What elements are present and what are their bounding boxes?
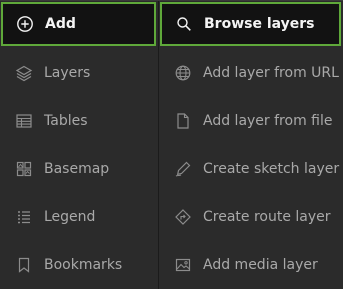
add-layer-from-url-label: Add layer from URL (203, 65, 339, 81)
create-sketch-layer-label: Create sketch layer (203, 161, 340, 177)
layers-label: Layers (44, 65, 91, 81)
add-layer-from-file-button[interactable]: Add layer from file (159, 97, 343, 145)
basemap-button[interactable]: Basemap (0, 145, 158, 193)
create-route-layer-label: Create route layer (203, 209, 331, 225)
search-icon (175, 15, 193, 33)
add-label: Add (45, 16, 76, 32)
legend-label: Legend (44, 209, 96, 225)
plus-circle-icon (16, 15, 34, 33)
tables-label: Tables (44, 113, 88, 129)
sketch-pen-icon (174, 160, 192, 178)
add-layer-menu: Add Layers Tables Basemap Legend Bookmar… (0, 0, 343, 289)
legend-icon (15, 208, 33, 226)
legend-button[interactable]: Legend (0, 193, 158, 241)
basemap-icon (15, 160, 33, 178)
add-layer-from-file-label: Add layer from file (203, 113, 333, 129)
tables-button[interactable]: Tables (0, 97, 158, 145)
add-layer-from-url-button[interactable]: Add layer from URL (159, 49, 343, 97)
browse-layers-button[interactable]: Browse layers (160, 2, 341, 46)
route-icon (174, 208, 192, 226)
layers-icon (15, 64, 33, 82)
file-icon (174, 112, 192, 130)
browse-layers-label: Browse layers (204, 16, 315, 32)
layers-button[interactable]: Layers (0, 49, 158, 97)
bookmark-icon (15, 256, 33, 274)
table-icon (15, 112, 33, 130)
right-panel: Browse layers Add layer from URL Add lay… (159, 1, 343, 289)
create-route-layer-button[interactable]: Create route layer (159, 193, 343, 241)
add-media-layer-button[interactable]: Add media layer (159, 241, 343, 289)
bookmarks-button[interactable]: Bookmarks (0, 241, 158, 289)
left-panel: Add Layers Tables Basemap Legend Bookmar… (0, 1, 158, 289)
basemap-label: Basemap (44, 161, 110, 177)
globe-icon (174, 64, 192, 82)
bookmarks-label: Bookmarks (44, 257, 123, 273)
add-button[interactable]: Add (1, 2, 156, 46)
image-icon (174, 256, 192, 274)
create-sketch-layer-button[interactable]: Create sketch layer (159, 145, 343, 193)
add-media-layer-label: Add media layer (203, 257, 318, 273)
